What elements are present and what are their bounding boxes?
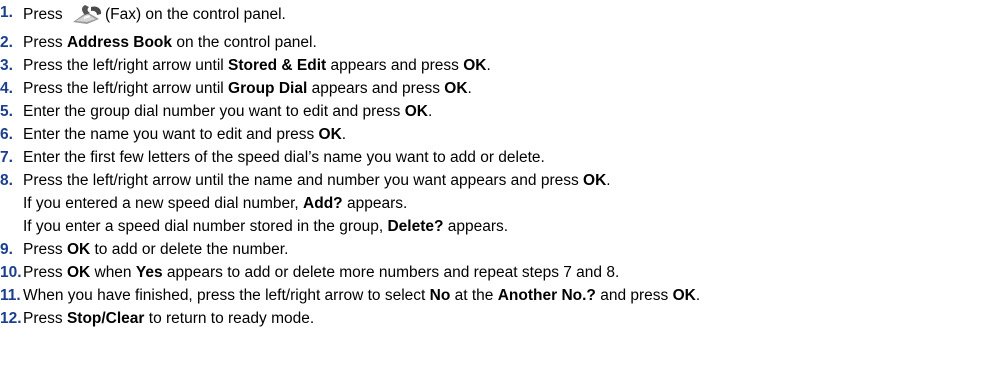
step-2: 2. Press Address Book on the control pan… [0, 33, 975, 52]
step-text: Press Address Book on the control panel. [23, 34, 317, 51]
step-number: 6. [0, 126, 13, 143]
step-text: Enter the first few letters of the speed… [23, 149, 545, 166]
step-text: When you have finished, press the left/r… [23, 287, 701, 304]
instruction-list: 1. Press (Fax) on the control panel. 2. … [0, 0, 981, 388]
step-number: 3. [0, 57, 13, 74]
fax-icon [72, 5, 102, 24]
step-8-note-delete: If you enter a speed dial number stored … [0, 217, 975, 236]
step-text: Press the left/right arrow until Group D… [23, 80, 472, 97]
step-text: Enter the name you want to edit and pres… [23, 126, 347, 143]
step-text: Press the left/right arrow until Stored … [23, 57, 491, 74]
step-number: 5. [0, 103, 13, 120]
step-number: 11. [0, 287, 21, 304]
step-text: Press OK when Yes appears to add or dele… [23, 264, 620, 281]
note-text: If you enter a speed dial number stored … [23, 218, 509, 235]
step-6: 6. Enter the name you want to edit and p… [0, 125, 975, 144]
step-9: 9. Press OK to add or delete the number. [0, 240, 975, 259]
step-11: 11. When you have finished, press the le… [0, 286, 975, 305]
step-text: Press (Fax) on the control panel. [23, 3, 286, 25]
step-number: 7. [0, 149, 13, 166]
step-text: Enter the group dial number you want to … [23, 103, 433, 120]
step-3: 3. Press the left/right arrow until Stor… [0, 56, 975, 75]
step-number: 2. [0, 34, 13, 51]
step-number: 4. [0, 80, 13, 97]
note-text: If you entered a new speed dial number, … [23, 195, 408, 212]
step-8: 8. Press the left/right arrow until the … [0, 171, 975, 190]
step-number: 9. [0, 241, 13, 258]
step-number: 1. [0, 4, 13, 21]
step-8-note-add: If you entered a new speed dial number, … [0, 194, 975, 213]
step-10: 10. Press OK when Yes appears to add or … [0, 263, 975, 282]
step-4: 4. Press the left/right arrow until Grou… [0, 79, 975, 98]
step-7: 7. Enter the first few letters of the sp… [0, 148, 975, 167]
step-text: Press OK to add or delete the number. [23, 241, 289, 258]
step-text: Press Stop/Clear to return to ready mode… [23, 310, 315, 327]
step-number: 10. [0, 264, 22, 281]
step-12: 12. Press Stop/Clear to return to ready … [0, 309, 975, 328]
step-5: 5. Enter the group dial number you want … [0, 102, 975, 121]
step-1: 1. Press (Fax) on the control panel. [0, 3, 975, 25]
step-number: 8. [0, 172, 13, 189]
step-number: 12. [0, 310, 22, 327]
step-text: Press the left/right arrow until the nam… [23, 172, 611, 189]
